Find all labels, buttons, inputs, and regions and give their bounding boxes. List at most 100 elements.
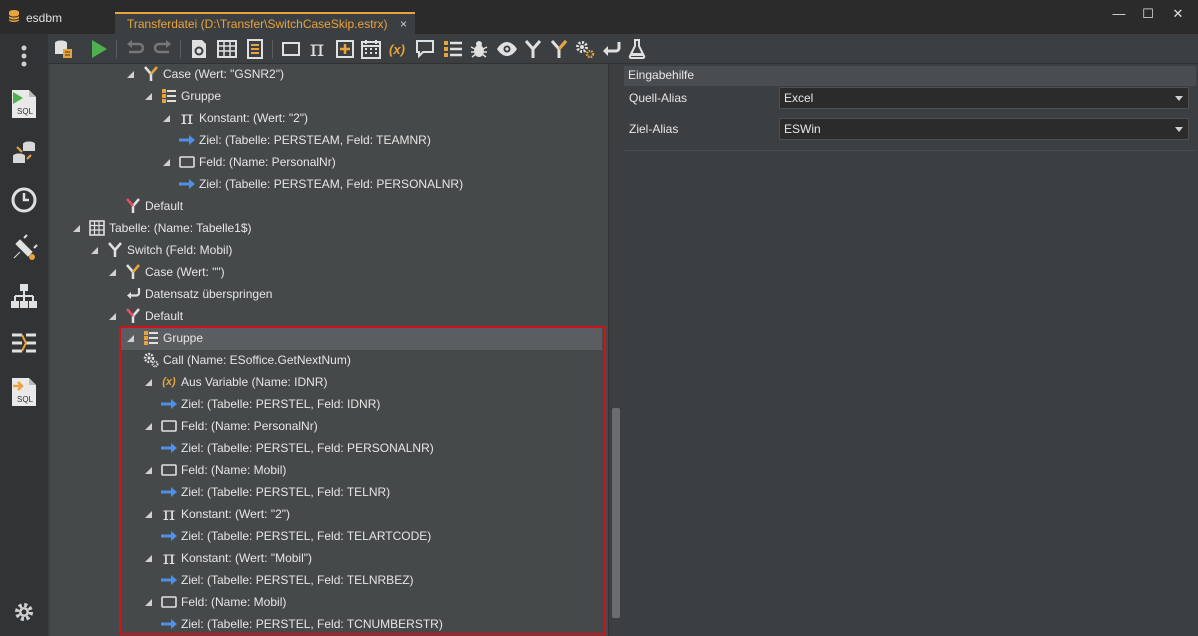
skip-return-icon[interactable] bbox=[600, 38, 622, 60]
minimize-button[interactable]: — bbox=[1104, 4, 1134, 24]
switch-icon[interactable] bbox=[522, 38, 544, 60]
variable-icon: (x) bbox=[162, 376, 176, 388]
tree-node-label: Konstant: (Wert: "2") bbox=[199, 111, 309, 125]
field-box-icon[interactable] bbox=[280, 38, 302, 60]
expand-triangle-icon[interactable] bbox=[142, 596, 154, 608]
tree-node-label: Ziel: (Tabelle: PERSTEL, Feld: TELNRBEZ) bbox=[181, 573, 414, 587]
hierarchy-icon[interactable] bbox=[8, 280, 40, 312]
variable-icon[interactable]: (x) bbox=[386, 38, 408, 60]
tree-node[interactable]: Ziel: (Tabelle: PERSTEL, Feld: TCNUMBERS… bbox=[160, 613, 443, 635]
list-document-icon[interactable] bbox=[244, 38, 266, 60]
undo-icon[interactable] bbox=[124, 38, 146, 60]
case-icon[interactable] bbox=[548, 38, 570, 60]
redo-icon[interactable] bbox=[152, 38, 174, 60]
tree-node[interactable]: Feld: (Name: Mobil) bbox=[142, 459, 286, 481]
more-menu-icon[interactable] bbox=[8, 40, 40, 72]
tree-node[interactable]: (x) Aus Variable (Name: IDNR) bbox=[142, 371, 327, 393]
close-window-button[interactable]: ✕ bbox=[1163, 4, 1193, 24]
tree-node[interactable]: Ziel: (Tabelle: PERSTEL, Feld: IDNR) bbox=[160, 393, 380, 415]
tree-node-label: Case (Wert: "") bbox=[145, 265, 225, 279]
tree-node[interactable]: Default bbox=[106, 305, 183, 327]
expand-triangle-icon[interactable] bbox=[106, 266, 118, 278]
tree-node-label: Tabelle: (Name: Tabelle1$) bbox=[109, 221, 252, 235]
group-list-icon[interactable] bbox=[442, 38, 464, 60]
constant-pi-icon[interactable]: π bbox=[306, 37, 328, 62]
test-flask-icon[interactable] bbox=[626, 38, 648, 60]
target-alias-select[interactable]: ESWin bbox=[779, 118, 1189, 140]
tree-node[interactable]: Tabelle: (Name: Tabelle1$) bbox=[70, 217, 252, 239]
source-alias-select[interactable]: Excel bbox=[779, 87, 1189, 109]
database-settings-icon[interactable] bbox=[52, 38, 74, 60]
tree-node[interactable]: Ziel: (Tabelle: PERSTEL, Feld: TELNRBEZ) bbox=[160, 569, 414, 591]
tree-node[interactable]: Ziel: (Tabelle: PERSTEL, Feld: TELNR) bbox=[160, 481, 390, 503]
sql-export-label: SQL bbox=[17, 395, 34, 404]
expand-triangle-icon[interactable] bbox=[124, 68, 136, 80]
tree-node[interactable]: π Konstant: (Wert: "2") bbox=[160, 107, 308, 129]
target-arrow-icon bbox=[178, 131, 196, 149]
expand-triangle-icon[interactable] bbox=[142, 90, 154, 102]
tree-node[interactable]: Case (Wert: "") bbox=[106, 261, 225, 283]
tree-scrollbar[interactable] bbox=[608, 64, 622, 636]
sql-export-icon[interactable]: SQL bbox=[8, 376, 40, 408]
tree-node[interactable]: π Konstant: (Wert: "2") bbox=[142, 503, 290, 525]
tab-close-icon[interactable]: × bbox=[400, 17, 407, 31]
table-grid-icon[interactable] bbox=[216, 38, 238, 60]
history-clock-icon[interactable] bbox=[8, 184, 40, 216]
tree-node-label: Ziel: (Tabelle: PERSTEL, Feld: PERSONALN… bbox=[181, 441, 434, 455]
properties-divider bbox=[624, 150, 1196, 151]
database-icon bbox=[8, 9, 20, 26]
data-mapping-icon[interactable] bbox=[8, 328, 40, 360]
run-button[interactable] bbox=[88, 38, 110, 60]
database-transfer-icon[interactable] bbox=[8, 136, 40, 168]
case-icon bbox=[124, 263, 142, 281]
tree-node[interactable]: Ziel: (Tabelle: PERSTEAM, Feld: TEAMNR) bbox=[178, 129, 431, 151]
tree-node[interactable]: Datensatz überspringen bbox=[124, 283, 272, 305]
toolbar-separator bbox=[272, 40, 273, 58]
tree-node[interactable]: Ziel: (Tabelle: PERSTEAM, Feld: PERSONAL… bbox=[178, 173, 463, 195]
preview-eye-icon[interactable] bbox=[496, 38, 518, 60]
expand-triangle-icon[interactable] bbox=[142, 552, 154, 564]
tree-node[interactable]: Ziel: (Tabelle: PERSTEL, Feld: TELARTCOD… bbox=[160, 525, 431, 547]
tab-transferdatei[interactable]: Transferdatei (D:\Transfer\SwitchCaseSki… bbox=[115, 12, 415, 34]
target-arrow-icon bbox=[160, 615, 178, 633]
call-gears-icon[interactable] bbox=[574, 38, 596, 60]
source-alias-label: Quell-Alias bbox=[629, 91, 688, 105]
expand-triangle-icon[interactable] bbox=[88, 244, 100, 256]
tree-node[interactable]: Gruppe bbox=[124, 327, 203, 349]
tree-node-label: Datensatz überspringen bbox=[145, 287, 273, 301]
plugin-settings-icon[interactable] bbox=[8, 232, 40, 264]
tree-node-label: Feld: (Name: PersonalNr) bbox=[199, 155, 336, 169]
sql-run-icon[interactable]: SQL bbox=[8, 88, 40, 120]
field-icon bbox=[178, 153, 196, 171]
tree-node[interactable]: Ziel: (Tabelle: PERSTEL, Feld: PERSONALN… bbox=[160, 437, 434, 459]
expand-triangle-icon[interactable] bbox=[160, 112, 172, 124]
tree-node[interactable]: Call (Name: ESoffice.GetNextNum) bbox=[142, 349, 351, 371]
expand-triangle-icon[interactable] bbox=[70, 222, 82, 234]
tree-node[interactable]: Gruppe bbox=[142, 85, 221, 107]
tree-node[interactable]: Feld: (Name: PersonalNr) bbox=[142, 415, 318, 437]
tree-node-label: Default bbox=[145, 199, 184, 213]
tree-scrollbar-thumb[interactable] bbox=[612, 408, 620, 618]
tree-node[interactable]: Feld: (Name: PersonalNr) bbox=[160, 151, 336, 173]
expand-triangle-icon[interactable] bbox=[142, 508, 154, 520]
settings-gear-icon[interactable] bbox=[8, 596, 40, 628]
expand-triangle-icon[interactable] bbox=[142, 420, 154, 432]
expand-triangle-icon[interactable] bbox=[124, 332, 136, 344]
target-arrow-icon bbox=[160, 483, 178, 501]
expand-triangle-icon[interactable] bbox=[142, 464, 154, 476]
expand-triangle-icon[interactable] bbox=[160, 156, 172, 168]
tree-node[interactable]: π Konstant: (Wert: "Mobil") bbox=[142, 547, 312, 569]
expand-triangle-icon[interactable] bbox=[142, 376, 154, 388]
tree-node[interactable]: Feld: (Name: Mobil) bbox=[142, 591, 286, 613]
expand-triangle-icon[interactable] bbox=[106, 310, 118, 322]
tree-node[interactable]: Default bbox=[124, 195, 183, 217]
maximize-button[interactable]: ☐ bbox=[1133, 4, 1163, 24]
calendar-icon[interactable] bbox=[360, 38, 382, 60]
tree-node[interactable]: Case (Wert: "GSNR2") bbox=[124, 64, 284, 85]
file-settings-icon[interactable] bbox=[188, 38, 210, 60]
tree-node[interactable]: Switch (Feld: Mobil) bbox=[88, 239, 232, 261]
comment-icon[interactable] bbox=[414, 38, 436, 60]
add-expression-icon[interactable] bbox=[334, 38, 356, 60]
debug-bug-icon[interactable] bbox=[468, 38, 490, 60]
tree-node-label: Ziel: (Tabelle: PERSTEL, Feld: IDNR) bbox=[181, 397, 381, 411]
